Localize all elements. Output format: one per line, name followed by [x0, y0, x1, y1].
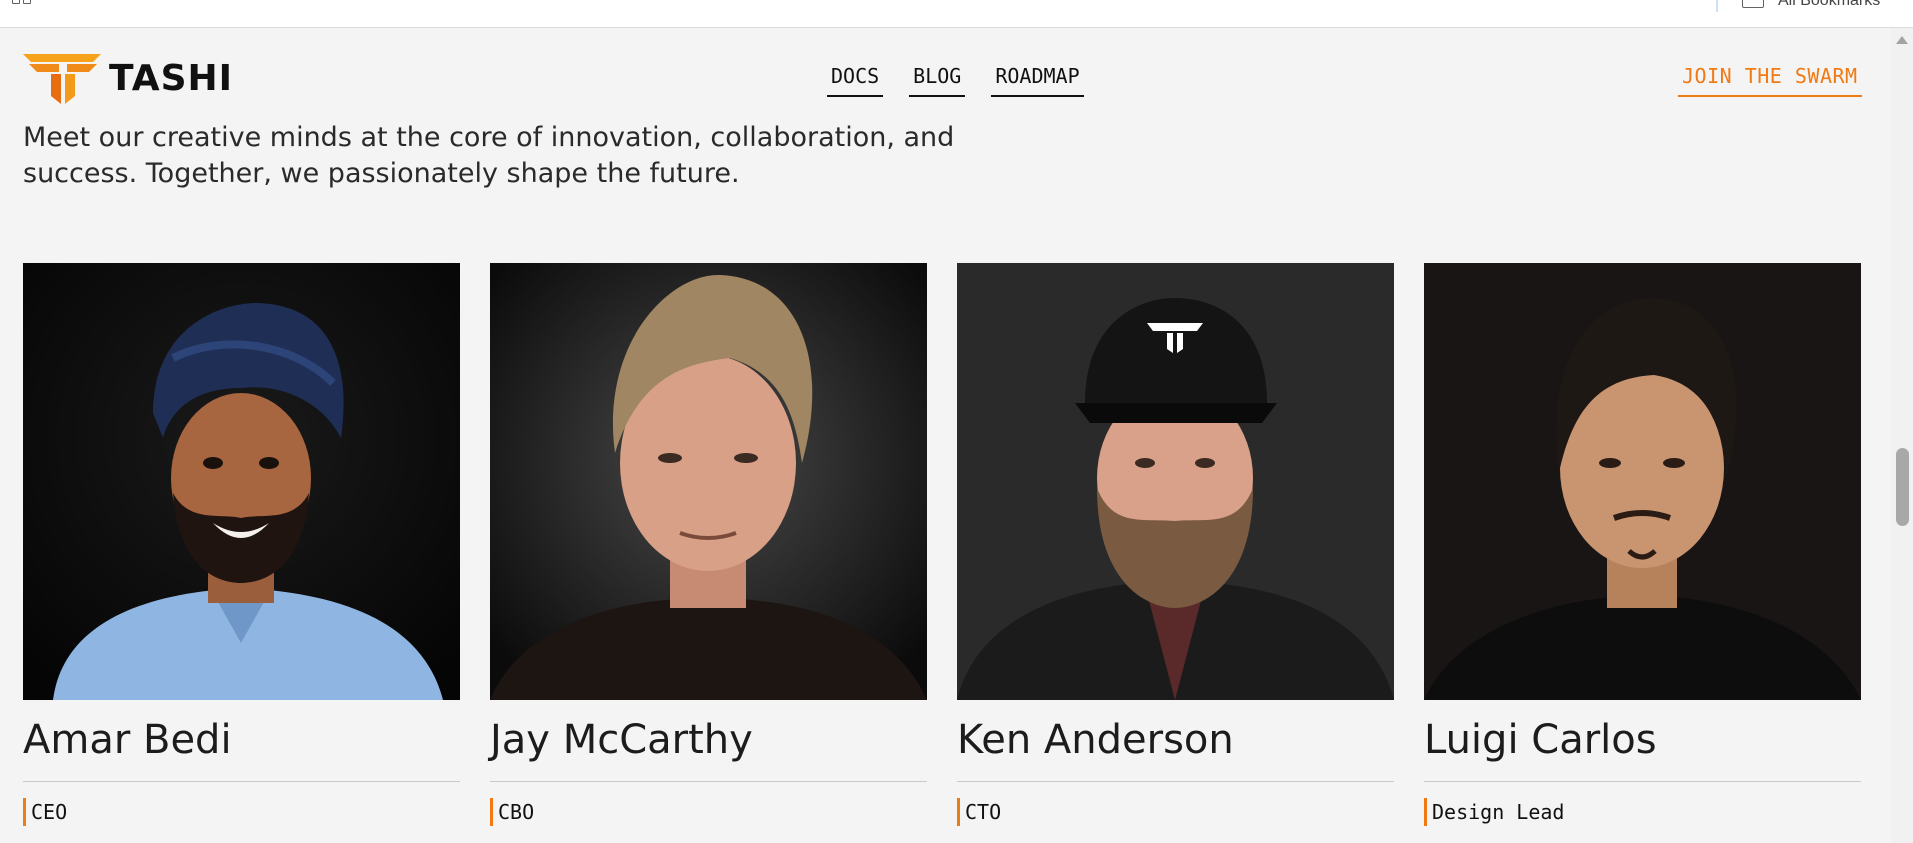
team-member-role: CEO — [23, 798, 460, 826]
folder-icon[interactable] — [1742, 0, 1764, 8]
team-member-name: Luigi Carlos — [1424, 717, 1657, 763]
divider — [957, 781, 1394, 782]
team-member-photo — [490, 263, 927, 700]
scroll-up-arrow-icon[interactable] — [1896, 36, 1908, 44]
team-member-role: CTO — [957, 798, 1394, 826]
team-card: Ken Anderson CTO — [957, 263, 1394, 826]
team-member-name: Jay McCarthy — [490, 717, 753, 763]
team-member-role: Design Lead — [1424, 798, 1861, 826]
nav-blog-link[interactable]: BLOG — [909, 64, 966, 97]
team-member-photo — [1424, 263, 1861, 700]
bookmarks-bar: All Bookmarks — [0, 0, 1913, 28]
team-member-photo — [957, 263, 1394, 700]
team-member-name: Ken Anderson — [957, 717, 1234, 763]
all-bookmarks-link[interactable]: All Bookmarks — [1778, 0, 1880, 10]
nav-roadmap-link[interactable]: ROADMAP — [991, 64, 1084, 97]
main-nav: DOCS BLOG ROADMAP — [827, 64, 1084, 97]
nav-docs-link[interactable]: DOCS — [827, 64, 884, 97]
team-member-photo — [23, 263, 460, 700]
page-scrollbar[interactable] — [1890, 28, 1913, 843]
team-member-name: Amar Bedi — [23, 717, 232, 763]
team-card: Amar Bedi CEO — [23, 263, 460, 826]
logo-wordmark: TASHI — [109, 57, 234, 99]
bookmarks-divider — [1716, 0, 1718, 12]
team-card: Luigi Carlos Design Lead — [1424, 263, 1861, 826]
divider — [23, 781, 460, 782]
team-intro-text: Meet our creative minds at the core of i… — [23, 122, 955, 189]
join-the-swarm-button[interactable]: JOIN THE SWARM — [1678, 64, 1862, 97]
site-header: TASHI DOCS BLOG ROADMAP JOIN THE SWARM — [0, 28, 1890, 128]
team-card: Jay McCarthy CBO — [490, 263, 927, 826]
divider — [490, 781, 927, 782]
apps-grid-icon[interactable] — [12, 0, 34, 10]
scrollbar-thumb[interactable] — [1896, 448, 1909, 526]
team-member-role: CBO — [490, 798, 927, 826]
divider — [1424, 781, 1861, 782]
team-grid: Amar Bedi CEO Jay McCarthy CBO Ken Ander… — [23, 263, 1861, 826]
tashi-logo-icon — [23, 54, 101, 104]
home-logo-link[interactable]: TASHI — [23, 52, 233, 104]
